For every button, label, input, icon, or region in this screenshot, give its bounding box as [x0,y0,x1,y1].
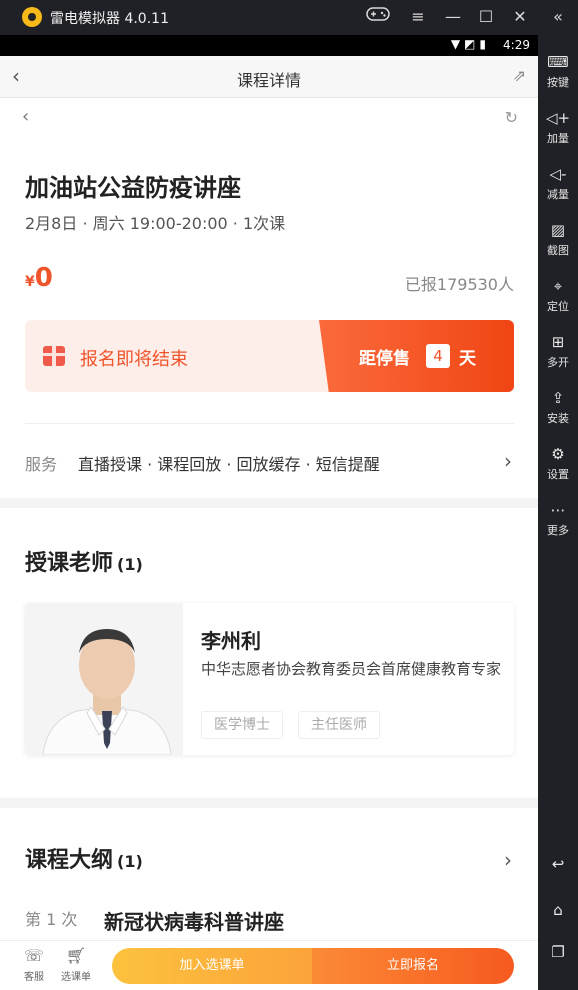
chevron-right-icon: › [504,449,512,473]
teacher-tag: 主任医师 [298,711,380,739]
settings-icon: ⚙ [551,445,565,463]
currency-symbol: ¥ [25,274,35,290]
teacher-card[interactable]: 李州利 中华志愿者协会教育委员会首席健康教育专家 医学博士 主任医师 [25,603,514,755]
course-title: 加油站公益防疫讲座 [25,174,241,202]
android-back-icon: ↩ [551,855,565,873]
outline-count: (1) [117,852,143,871]
bottom-action-bar: ☏ 客服 🛒︎ 选课单 加入选课单 立即报名 [0,940,538,990]
android-recents-icon: ❐ [551,943,565,961]
android-home-icon: ⌂ [553,901,563,919]
chevron-right-icon[interactable]: › [504,848,512,872]
headset-icon: ☏ [23,946,44,965]
more-icon: ⋯ [550,501,566,519]
volume-up-icon: ◁+ [545,109,571,127]
sidebar-location[interactable]: ⌖ 定位 [538,275,578,314]
emulator-titlebar: 雷电模拟器 4.0.11 ≡ — ☐ ✕ « [0,0,578,35]
android-back-button[interactable]: ↩ [538,853,578,875]
menu-icon[interactable]: ≡ [405,5,431,29]
location-icon: ⌖ [553,277,563,295]
android-recents-button[interactable]: ❐ [538,941,578,963]
outline-section-title[interactable]: 课程大纲 (1) [25,842,143,874]
teacher-description: 中华志愿者协会教育委员会首席健康教育专家 [201,660,502,678]
gamepad-icon[interactable] [365,5,391,29]
teachers-section-title: 授课老师 (1) [25,551,143,576]
countdown-panel: 距停售 4 天 [319,320,514,392]
share-icon[interactable]: ⇗ [513,66,526,85]
sidebar-multi-instance[interactable]: ⊞ 多开 [538,331,578,370]
course-cart-button[interactable]: 🛒︎ 选课单 [56,946,96,984]
keyboard-icon: ⌨ [547,53,569,71]
maximize-icon[interactable]: ☐ [473,5,499,29]
cart-icon: 🛒︎ [65,946,87,965]
emulator-logo-icon [22,7,42,27]
multi-instance-icon: ⊞ [551,333,565,351]
refresh-icon[interactable]: ↻ [505,108,518,127]
lesson-name[interactable]: 新冠状病毒科普讲座 [104,906,284,935]
lesson-number: 第 1 次 [25,910,78,929]
enroll-now-button[interactable]: 立即报名 [312,948,514,984]
sidebar-screenshot[interactable]: ▨ 截图 [538,219,578,258]
teacher-name: 李州利 [201,629,261,653]
status-time: 4:29 [503,38,530,52]
sidebar-keymap[interactable]: ⌨ 按键 [538,51,578,90]
sidebar-settings[interactable]: ⚙ 设置 [538,443,578,482]
action-buttons: 加入选课单 立即报名 [112,948,514,984]
gift-icon [43,346,65,366]
countdown-unit: 天 [459,349,476,369]
service-value: 直播授课 · 课程回放 · 回放缓存 · 短信提醒 [78,455,380,474]
divider [25,423,514,424]
page-title: 课程详情 [236,71,301,90]
sidebar-volume-down[interactable]: ◁- 减量 [538,163,578,202]
minimize-icon[interactable]: — [440,5,466,29]
section-gap [0,798,538,808]
countdown-prefix: 距停售 [359,349,410,369]
section-gap [0,498,538,508]
status-icons: ▼◩▮ [450,37,490,51]
course-schedule: 2月8日 · 周六 19:00-20:00 · 1次课 [25,214,286,233]
volume-down-icon: ◁- [549,165,567,183]
teacher-photo [25,603,183,755]
android-home-button[interactable]: ⌂ [538,899,578,921]
customer-service-button[interactable]: ☏ 客服 [14,946,54,984]
add-to-cart-button[interactable]: 加入选课单 [112,948,312,984]
install-icon: ⇪ [551,389,565,407]
emulator-sidebar: ⌨ 按键 ◁+ 加量 ◁- 减量 ▨ 截图 ⌖ 定位 ⊞ 多开 ⇪ 安装 ⚙ 设… [538,35,578,990]
screenshot-icon: ▨ [550,221,566,239]
app-bar: ‹ 课程详情 ⇗ [0,56,538,98]
close-icon[interactable]: ✕ [507,5,533,29]
deadline-message: 报名即将结束 [80,349,188,370]
sidebar-install[interactable]: ⇪ 安装 [538,387,578,426]
service-row[interactable]: 服务 直播授课 · 课程回放 · 回放缓存 · 短信提醒 › [0,441,538,481]
emulator-title: 雷电模拟器 4.0.11 [50,11,169,27]
course-price: ¥0 [25,263,53,293]
enrolled-count: 已报179530人 [404,275,514,294]
inner-back-icon[interactable]: ‹ [22,106,29,127]
teachers-count: (1) [117,555,143,574]
sidebar-volume-up[interactable]: ◁+ 加量 [538,107,578,146]
price-amount: 0 [34,263,53,293]
collapse-icon[interactable]: « [545,5,571,29]
phone-screen: ▼◩▮ 4:29 ‹ 课程详情 ⇗ ‹ ↻ 加油站公益防疫讲座 2月8日 · 周… [0,35,538,990]
course-content[interactable]: ‹ ↻ 加油站公益防疫讲座 2月8日 · 周六 19:00-20:00 · 1次… [0,98,538,940]
teacher-tag: 医学博士 [201,711,283,739]
countdown-days: 4 [426,344,450,368]
service-label: 服务 [25,455,58,474]
status-bar: ▼◩▮ 4:29 [0,35,538,56]
deadline-banner: 报名即将结束 距停售 4 天 [25,320,514,392]
sidebar-more[interactable]: ⋯ 更多 [538,499,578,538]
